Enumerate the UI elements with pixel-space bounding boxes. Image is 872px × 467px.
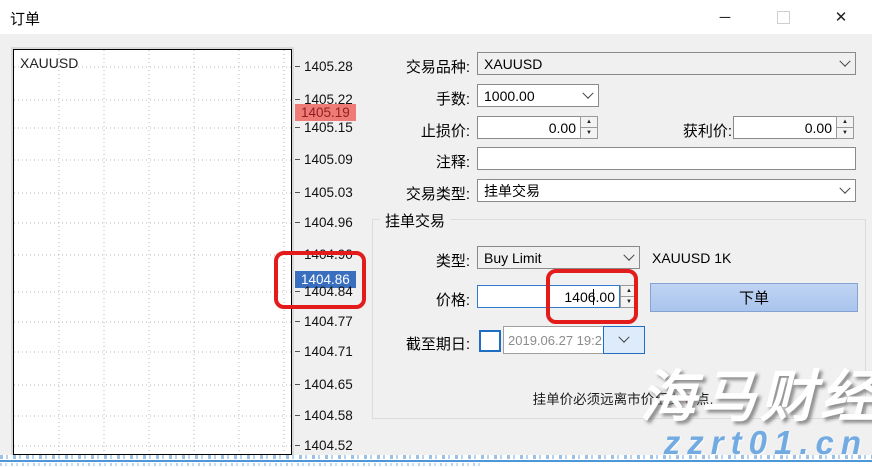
takeprofit-down-button[interactable]: ▼ [836,128,854,139]
stoploss-down-button[interactable]: ▼ [580,128,598,139]
price-input-value: 1406.00 [564,289,615,305]
minimize-button[interactable]: ─ [702,2,748,32]
price-down-button[interactable]: ▼ [620,297,638,308]
chevron-down-icon [839,182,850,193]
price-input[interactable]: 1406.00 [477,285,620,308]
comment-input[interactable] [477,147,856,170]
titlebar: 订单 ─ ✕ [0,0,872,34]
trade-type-select[interactable]: 挂单交易 [477,179,856,202]
volume-field-label: 手数: [378,88,470,109]
stoploss-up-button[interactable]: ▲ [580,116,598,128]
text-cursor [593,289,594,305]
bottom-dashes-2 [0,463,480,466]
takeprofit-up-button[interactable]: ▲ [836,116,854,128]
price-tick-label: 1404.52 [295,437,356,454]
takeprofit-field-label: 获利价: [640,120,732,141]
volume-combo[interactable]: 1000.00 [477,84,599,107]
close-button[interactable]: ✕ [818,2,864,32]
price-tick-label: 1405.09 [295,151,356,168]
symbol-select[interactable]: XAUUSD [477,52,856,75]
price-scale: 1405.281405.221405.191405.151405.091405.… [295,49,356,455]
expiry-field-label: 截至期日: [378,333,470,354]
chevron-down-icon [582,87,593,98]
price-tick-label: 1404.65 [295,376,356,393]
price-tick-label: 1404.84 [295,283,356,300]
expiry-widget: 2019.06.27 19:2 [477,326,645,354]
chevron-down-icon [618,332,629,343]
price-tick-label: 1404.96 [295,214,356,231]
maximize-icon [777,11,790,24]
volume-combo-value: 1000.00 [484,88,535,104]
pending-order-group-label: 挂单交易 [380,210,450,231]
takeprofit-value[interactable]: 0.00 [733,116,836,139]
price-tick-label: 1405.28 [295,58,356,75]
close-icon: ✕ [835,8,848,26]
stoploss-field-label: 止损价: [378,120,470,141]
expiry-dropdown-button[interactable] [603,326,645,354]
takeprofit-spinner[interactable]: 0.00 ▲ ▼ [733,116,854,139]
price-field-label: 价格: [378,289,470,310]
maximize-button [760,2,806,32]
price-spinner[interactable]: ▲ ▼ [620,285,638,308]
order-type-select[interactable]: Buy Limit [477,246,640,269]
expiry-checkbox[interactable] [479,330,501,352]
expiry-date-value[interactable]: 2019.06.27 19:2 [503,326,603,354]
order-type-select-value: Buy Limit [484,250,542,266]
tick-chart-svg [14,50,291,454]
price-tick-label: 1405.03 [295,184,356,201]
trade-type-field-label: 交易类型: [378,183,470,204]
price-tick-label: 1405.15 [295,119,356,136]
price-up-button[interactable]: ▲ [620,285,638,297]
minimize-icon: ─ [720,9,731,26]
tick-chart-frame: XAUUSD [13,49,292,455]
order-dialog: 订单 ─ ✕ XAUUSD 1405.281405.221405.191405.… [0,0,872,467]
place-order-button[interactable]: 下单 [650,283,858,312]
comment-field-label: 注释: [378,151,470,172]
symbol-field-label: 交易品种: [378,56,470,77]
symbol-select-value: XAUUSD [484,56,542,72]
price-tick-label: 1404.77 [295,313,356,330]
trade-type-select-value: 挂单交易 [484,181,540,201]
chart-symbol-label: XAUUSD [20,55,78,71]
price-tick-label: 1404.71 [295,343,356,360]
contract-size-text: XAUUSD 1K [652,250,731,266]
watermark-text: 海马财经 [640,352,872,433]
chevron-down-icon [839,55,850,66]
price-tick-label: 1404.90 [295,246,356,263]
chevron-down-icon [623,249,634,260]
watermark-url: zzrt01.cn [664,424,868,462]
price-tick-label: 1404.58 [295,407,356,424]
order-type-field-label: 类型: [378,250,470,271]
stoploss-value[interactable]: 0.00 [477,116,580,139]
tick-chart-panel: XAUUSD 1405.281405.221405.191405.151405.… [12,46,356,460]
stoploss-spinner[interactable]: 0.00 ▲ ▼ [477,116,598,139]
dialog-title: 订单 [10,8,40,29]
place-order-button-label: 下单 [739,287,769,308]
